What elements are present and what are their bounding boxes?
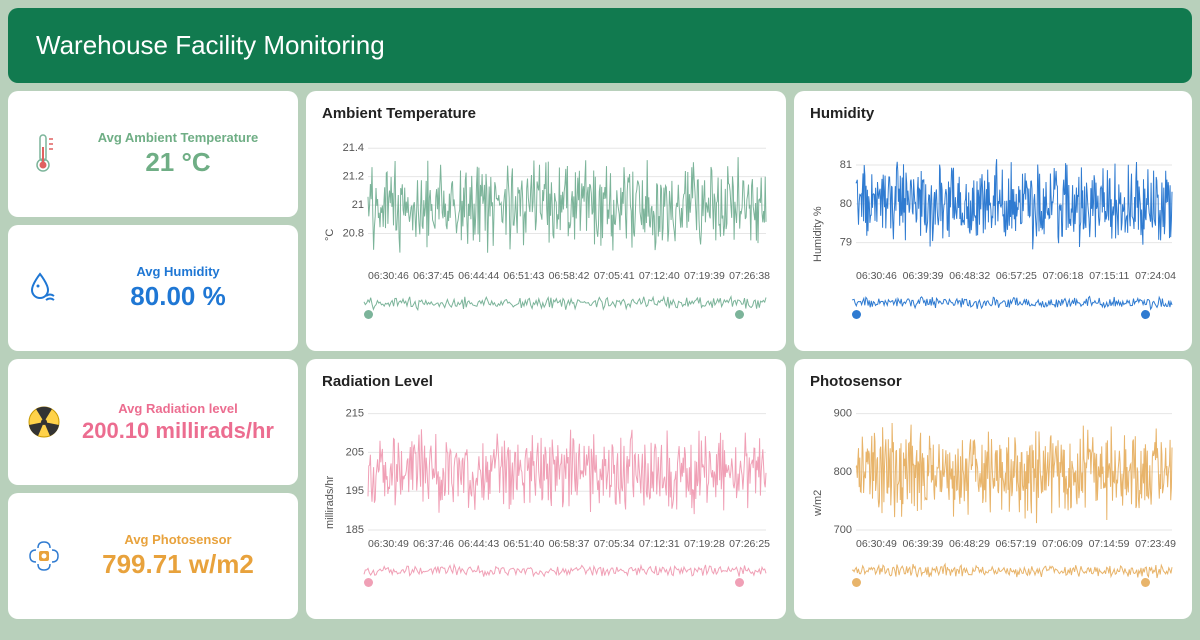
svg-text:21: 21: [352, 199, 364, 211]
chart-radiation-range-slider[interactable]: [338, 578, 770, 587]
kpi-column-bottom: Avg Radiation level 200.10 millirads/hr …: [8, 359, 298, 619]
photosensor-icon: [26, 539, 62, 573]
chart-photosensor-xaxis: 06:30:4906:39:3906:48:2906:57:1907:06:09…: [826, 536, 1176, 556]
thermometer-icon: [26, 133, 62, 175]
panel-photosensor-ylabel: w/m2: [810, 396, 826, 609]
kpi-photosensor-label: Avg Photosensor: [124, 532, 231, 547]
slider-handle-right[interactable]: [735, 310, 744, 319]
radiation-icon: [26, 405, 62, 439]
panel-photosensor-title: Photosensor: [810, 373, 1176, 390]
kpi-temperature-value: 21 °C: [145, 147, 210, 178]
svg-text:900: 900: [834, 408, 852, 420]
chart-photosensor[interactable]: 700 800 900: [826, 396, 1176, 536]
chart-photosensor-range-slider[interactable]: [826, 578, 1176, 587]
svg-text:185: 185: [346, 524, 364, 536]
svg-text:215: 215: [346, 408, 364, 420]
chart-temperature[interactable]: 20.8 21 21.2 21.4: [338, 128, 770, 268]
svg-text:21.4: 21.4: [343, 142, 364, 154]
slider-handle-right[interactable]: [1141, 578, 1150, 587]
svg-text:81: 81: [840, 159, 852, 171]
chart-humidity-range-slider[interactable]: [826, 310, 1176, 319]
panel-photosensor: Photosensor w/m2 700 800 900 06:30:4906:39…: [794, 359, 1192, 619]
kpi-photosensor: Avg Photosensor 799.71 w/m2: [8, 493, 298, 619]
chart-temperature-range-slider[interactable]: [338, 310, 770, 319]
chart-radiation[interactable]: 185 195 205 215: [338, 396, 770, 536]
panel-temperature: Ambient Temperature °C 20.8 21 21.2 21.4 06…: [306, 91, 786, 351]
panel-radiation-title: Radiation Level: [322, 373, 770, 390]
dashboard-grid: Avg Ambient Temperature 21 °C Avg Humidi…: [8, 91, 1192, 619]
kpi-humidity-value: 80.00 %: [130, 281, 225, 312]
svg-text:20.8: 20.8: [343, 228, 364, 240]
kpi-column-top: Avg Ambient Temperature 21 °C Avg Humidi…: [8, 91, 298, 351]
chart-radiation-xaxis: 06:30:4906:37:4606:44:4306:51:4006:58:37…: [338, 536, 770, 556]
kpi-radiation-label: Avg Radiation level: [118, 401, 237, 416]
svg-text:79: 79: [840, 237, 852, 249]
slider-handle-left[interactable]: [852, 310, 861, 319]
svg-text:80: 80: [840, 198, 852, 210]
panel-temperature-ylabel: °C: [322, 128, 338, 341]
kpi-humidity: Avg Humidity 80.00 %: [8, 225, 298, 351]
kpi-temperature: Avg Ambient Temperature 21 °C: [8, 91, 298, 217]
chart-humidity[interactable]: 79 80 81: [826, 128, 1176, 268]
svg-text:195: 195: [346, 485, 364, 497]
panel-humidity-ylabel: Humidity %: [810, 128, 826, 341]
slider-handle-right[interactable]: [1141, 310, 1150, 319]
header-text: Warehouse Facility Monitoring: [36, 30, 385, 60]
slider-handle-left[interactable]: [852, 578, 861, 587]
slider-handle-left[interactable]: [364, 310, 373, 319]
svg-text:800: 800: [834, 466, 852, 478]
kpi-temperature-label: Avg Ambient Temperature: [98, 130, 259, 145]
kpi-radiation: Avg Radiation level 200.10 millirads/hr: [8, 359, 298, 485]
chart-humidity-xaxis: 06:30:4606:39:3906:48:3206:57:2507:06:18…: [826, 268, 1176, 288]
chart-temperature-xaxis: 06:30:4606:37:4506:44:4406:51:4306:58:42…: [338, 268, 770, 288]
humidity-icon: [26, 270, 62, 306]
panel-radiation: Radiation Level millirads/hr 185 195 205 21…: [306, 359, 786, 619]
kpi-photosensor-value: 799.71 w/m2: [102, 549, 254, 580]
page-title: Warehouse Facility Monitoring: [8, 8, 1192, 83]
panel-radiation-ylabel: millirads/hr: [322, 396, 338, 609]
svg-text:205: 205: [346, 446, 364, 458]
panel-temperature-title: Ambient Temperature: [322, 105, 770, 122]
panel-humidity: Humidity Humidity % 79 80 81 06:30:4606:39…: [794, 91, 1192, 351]
svg-text:700: 700: [834, 524, 852, 536]
panel-humidity-title: Humidity: [810, 105, 1176, 122]
kpi-humidity-label: Avg Humidity: [136, 264, 219, 279]
slider-handle-right[interactable]: [735, 578, 744, 587]
svg-text:21.2: 21.2: [343, 171, 364, 183]
kpi-radiation-value: 200.10 millirads/hr: [82, 418, 274, 444]
slider-handle-left[interactable]: [364, 578, 373, 587]
